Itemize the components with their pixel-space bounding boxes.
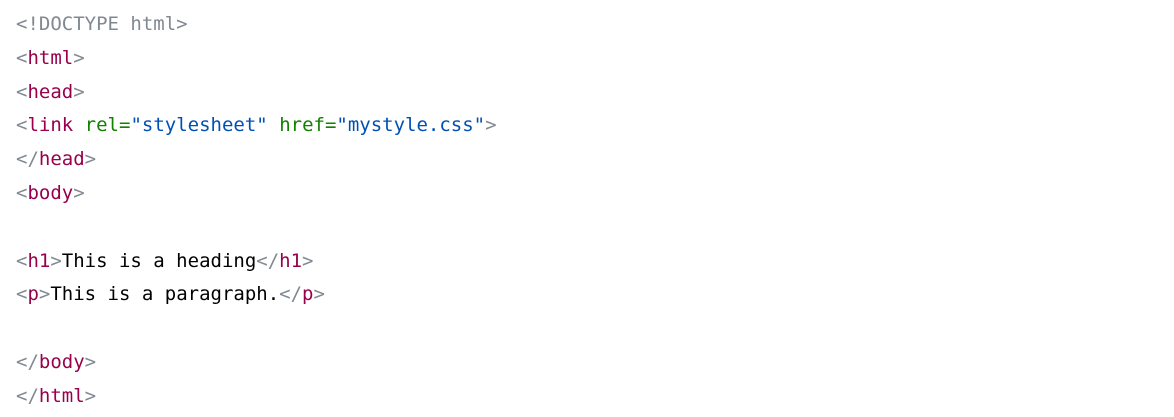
close-bracket: > bbox=[302, 249, 314, 272]
code-line-body-open: <body> bbox=[16, 177, 1174, 211]
heading-text: This is a heading bbox=[61, 249, 257, 272]
open-bracket: < bbox=[16, 283, 28, 306]
tag-name-p: p bbox=[27, 283, 39, 306]
tag-name-h1: h1 bbox=[279, 249, 303, 272]
close-tag-bracket: </ bbox=[279, 283, 303, 306]
tag-name-head: head bbox=[27, 80, 74, 103]
close-tag-bracket: </ bbox=[16, 350, 39, 373]
close-bracket: > bbox=[50, 249, 62, 272]
code-line-head-close: </head> bbox=[16, 143, 1174, 177]
code-line-html-open: <html> bbox=[16, 42, 1174, 76]
close-bracket: > bbox=[485, 114, 497, 137]
close-bracket: > bbox=[73, 181, 85, 204]
attr-value-href: "mystyle.css" bbox=[336, 114, 486, 137]
close-bracket: > bbox=[313, 283, 325, 306]
tag-name-html: html bbox=[27, 46, 74, 69]
close-tag-bracket: </ bbox=[256, 249, 280, 272]
code-line-h1: <h1>This is a heading</h1> bbox=[16, 245, 1174, 279]
tag-name-h1: h1 bbox=[27, 249, 51, 272]
code-block: <!DOCTYPE html> <html> <head> <link rel="st… bbox=[0, 0, 1174, 417]
tag-name-p: p bbox=[302, 283, 314, 306]
attr-name-rel: rel bbox=[84, 114, 119, 137]
close-tag-bracket: </ bbox=[16, 148, 39, 171]
tag-name-body: body bbox=[38, 350, 85, 373]
paragraph-text: This is a paragraph. bbox=[50, 283, 280, 306]
tag-name-html: html bbox=[38, 384, 85, 407]
open-bracket: < bbox=[16, 249, 28, 272]
open-bracket: < bbox=[16, 114, 28, 137]
close-tag-bracket: </ bbox=[16, 384, 39, 407]
code-line-doctype: <!DOCTYPE html> bbox=[16, 8, 1174, 42]
doctype-declaration: <!DOCTYPE html> bbox=[16, 13, 188, 35]
close-bracket: > bbox=[38, 283, 51, 306]
code-line-html-close: </html> bbox=[16, 380, 1174, 414]
open-bracket: < bbox=[16, 181, 28, 204]
code-line-link: <link rel="stylesheet" href="mystyle.css… bbox=[16, 109, 1174, 143]
attr-name-href: href bbox=[279, 114, 325, 137]
close-bracket: > bbox=[84, 350, 97, 373]
open-bracket: < bbox=[16, 80, 28, 103]
equals-sign: = bbox=[324, 114, 337, 137]
close-bracket: > bbox=[84, 148, 97, 171]
equals-sign: = bbox=[119, 114, 131, 137]
close-bracket: > bbox=[73, 80, 85, 103]
tag-name-body: body bbox=[27, 181, 74, 204]
code-line-p: <p>This is a paragraph.</p> bbox=[16, 278, 1174, 312]
attr-value-rel: "stylesheet" bbox=[130, 114, 268, 137]
tag-name-link: link bbox=[27, 114, 74, 137]
code-line-body-close: </body> bbox=[16, 346, 1174, 380]
code-line-head-open: <head> bbox=[16, 76, 1174, 110]
close-bracket: > bbox=[84, 384, 97, 407]
close-bracket: > bbox=[73, 46, 85, 69]
open-bracket: < bbox=[16, 46, 28, 69]
tag-name-head: head bbox=[38, 148, 85, 171]
